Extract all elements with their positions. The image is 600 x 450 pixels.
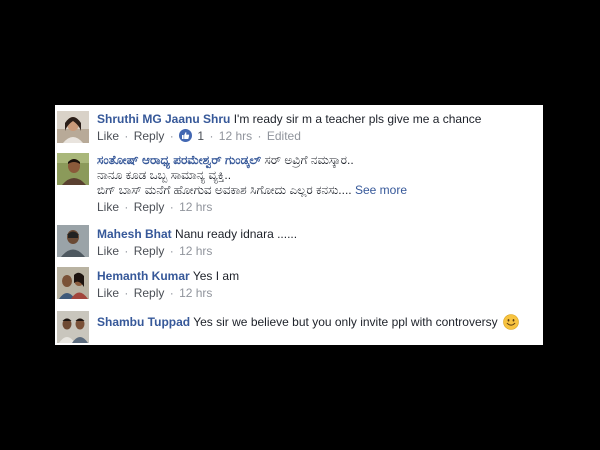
avatar[interactable] — [57, 153, 89, 185]
comment-text: ನಾನೂ ಕೂಡ ಒಬ್ಬ ಸಾಮಾನ್ಯ ವ್ಯಕ್ತಿ.. — [97, 168, 232, 182]
comment-author[interactable]: Hemanth Kumar — [97, 269, 190, 283]
comment-author[interactable]: Shruthi MG Jaanu Shru — [97, 112, 230, 126]
comment-text: Yes sir we believe but you only invite p… — [193, 315, 498, 329]
comment-actions: Like · Reply · 1 · 12 hrs · Edited — [97, 129, 537, 144]
comment-text: I'm ready sir m a teacher pls give me a … — [233, 112, 482, 126]
profile-photo-icon — [57, 267, 89, 299]
comment-text: Nanu ready idnara ...... — [175, 227, 298, 241]
profile-photo-icon — [57, 311, 89, 343]
reply-button[interactable]: Reply — [134, 200, 165, 214]
like-button[interactable]: Like — [97, 286, 119, 300]
separator: · — [124, 129, 129, 143]
comment-text: ಸರ್ ಅವ್ರಿಗೆ ನಮಸ್ಕಾರ.. — [264, 153, 354, 167]
avatar[interactable] — [57, 111, 89, 143]
reply-button[interactable]: Reply — [134, 286, 165, 300]
reply-button[interactable]: Reply — [134, 129, 165, 143]
profile-photo-icon — [57, 153, 89, 185]
separator: · — [169, 286, 174, 300]
separator: · — [124, 244, 129, 258]
reply-button[interactable]: Reply — [134, 244, 165, 258]
like-count[interactable]: 1 — [197, 129, 204, 143]
separator: · — [169, 244, 174, 258]
timestamp[interactable]: 12 hrs — [179, 286, 212, 300]
timestamp[interactable]: 12 hrs — [179, 244, 212, 258]
comment-text: Yes I am — [192, 269, 240, 283]
profile-photo-icon — [57, 111, 89, 143]
comment-author[interactable]: Shambu Tuppad — [97, 315, 190, 329]
comment-actions: Like · Reply · 12 hrs — [97, 286, 537, 301]
comment-actions: Like · Reply · 12 hrs — [97, 244, 537, 259]
comment-actions: Like · Reply · 12 hrs — [97, 200, 537, 215]
timestamp[interactable]: 12 hrs — [179, 200, 212, 214]
edited-label[interactable]: Edited — [267, 129, 301, 143]
see-more-link[interactable]: See more — [355, 183, 407, 197]
like-button[interactable]: Like — [97, 200, 119, 214]
timestamp[interactable]: 12 hrs — [219, 129, 252, 143]
avatar[interactable] — [57, 311, 89, 343]
comment-author[interactable]: Mahesh Bhat — [97, 227, 172, 241]
separator: · — [257, 129, 262, 143]
profile-photo-icon — [57, 225, 89, 257]
comment-author[interactable]: ಸಂತೋಷ್ ಆರಾಧ್ಯ ಪರಮೇಶ್ವರ್ ಗುಂಡ್ಕಲ್ — [97, 153, 261, 167]
separator: · — [124, 286, 129, 300]
smiley-emoji-icon — [503, 314, 519, 330]
avatar[interactable] — [57, 225, 89, 257]
separator: · — [124, 200, 129, 214]
separator: · — [209, 129, 214, 143]
like-button[interactable]: Like — [97, 244, 119, 258]
separator: · — [169, 200, 174, 214]
comment-text: ಬಿಗ್ ಬಾಸ್ ಮನೆಗೆ ಹೋಗುವ ಅವಕಾಶ ಸಿಗೋದು ಎಲ್ಲರ… — [97, 183, 352, 197]
like-reaction-icon[interactable] — [179, 129, 193, 142]
comments-panel: Shruthi MG Jaanu Shru I'm ready sir m a … — [55, 105, 543, 345]
like-button[interactable]: Like — [97, 129, 119, 143]
separator: · — [169, 129, 174, 143]
avatar[interactable] — [57, 267, 89, 299]
